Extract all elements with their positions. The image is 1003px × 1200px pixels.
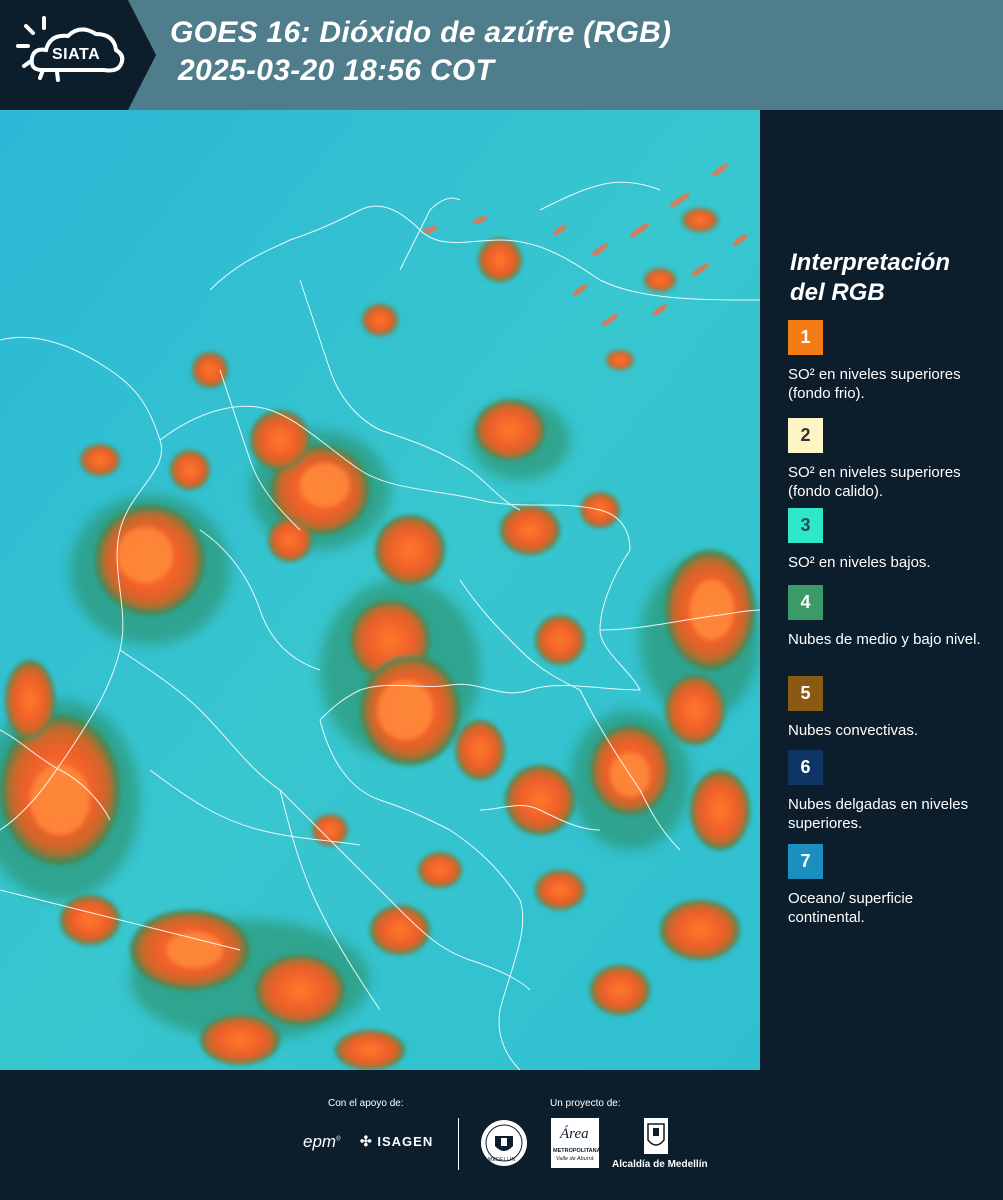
legend-description: SO² en niveles bajos.: [788, 554, 931, 571]
isagen-logo[interactable]: ✣ ISAGEN: [360, 1133, 433, 1150]
area-name: Área: [560, 1126, 589, 1142]
support-label: Con el apoyo de:: [328, 1098, 404, 1109]
legend-swatch: 5: [788, 676, 823, 711]
footer: Con el apoyo de: Un proyecto de: epm® ✣ …: [0, 1070, 1003, 1200]
legend-description: Nubes convectivas.: [788, 722, 919, 739]
legend-item-5: 5 Nubes convectivas.: [788, 676, 988, 740]
satellite-map[interactable]: [0, 110, 762, 1070]
header-bar: SIATA GOES 16: Dióxido de azúfre (RGB) 2…: [0, 0, 1003, 110]
area-sub1: METROPOLITANA: [553, 1148, 601, 1154]
legend-panel: Interpretación del RGB 1 SO² en niveles s…: [760, 110, 1003, 1070]
legend-swatch: 4: [788, 585, 823, 620]
legend-title: Interpretación del RGB: [790, 248, 950, 308]
legend-description: Nubes de medio y bajo nivel.: [788, 631, 981, 648]
legend-description: SO² en niveles superiores (fondo frio).: [788, 366, 961, 402]
legend-swatch: 6: [788, 750, 823, 785]
area-sub2: Valle de Aburrá: [556, 1156, 594, 1162]
alcaldia-shield-icon[interactable]: [638, 1116, 674, 1156]
legend-item-1: 1 SO² en niveles superiores (fondo frio).: [788, 320, 988, 403]
satellite-image: [0, 110, 760, 1070]
legend-item-3: 3 SO² en niveles bajos.: [788, 508, 988, 572]
page-title: GOES 16: Dióxido de azúfre (RGB) 2025-03…: [170, 14, 671, 90]
legend-description: Oceano/ superficie continental.: [788, 890, 914, 926]
title-timestamp: 2025-03-20 18:56 COT: [178, 54, 495, 87]
legend-item-2: 2 SO² en niveles superiores (fondo calido…: [788, 418, 988, 501]
legend-swatch: 2: [788, 418, 823, 453]
legend-description: Nubes delgadas en niveles superiores.: [788, 796, 969, 832]
siata-logo-text: SIATA: [52, 46, 101, 63]
alcaldia-text: Alcaldía de Medellín: [612, 1159, 708, 1170]
legend-swatch: 3: [788, 508, 823, 543]
seal-text: MEDELLÍN: [488, 1157, 516, 1163]
legend-title-line1: Interpretación: [790, 249, 951, 276]
legend-swatch: 7: [788, 844, 823, 879]
epm-logo[interactable]: epm®: [303, 1132, 341, 1152]
footer-divider: [458, 1118, 459, 1170]
legend-item-4: 4 Nubes de medio y bajo nivel.: [788, 585, 988, 649]
project-label: Un proyecto de:: [550, 1098, 621, 1109]
siata-logo[interactable]: SIATA: [0, 0, 156, 110]
medellin-seal[interactable]: MEDELLÍN: [479, 1118, 529, 1168]
legend-item-6: 6 Nubes delgadas en niveles superiores.: [788, 750, 988, 833]
epm-text: epm: [303, 1132, 337, 1151]
legend-description: SO² en niveles superiores (fondo calido)…: [788, 464, 961, 500]
isagen-text: ISAGEN: [377, 1134, 434, 1149]
legend-item-7: 7 Oceano/ superficie continental.: [788, 844, 988, 927]
title-product: GOES 16: Dióxido de azúfre (RGB): [170, 16, 672, 49]
legend-swatch: 1: [788, 320, 823, 355]
legend-title-line2: del RGB: [790, 279, 885, 306]
area-metropolitana-logo[interactable]: Área METROPOLITANA Valle de Aburrá: [551, 1118, 601, 1168]
isagen-icon: ✣: [360, 1133, 373, 1149]
